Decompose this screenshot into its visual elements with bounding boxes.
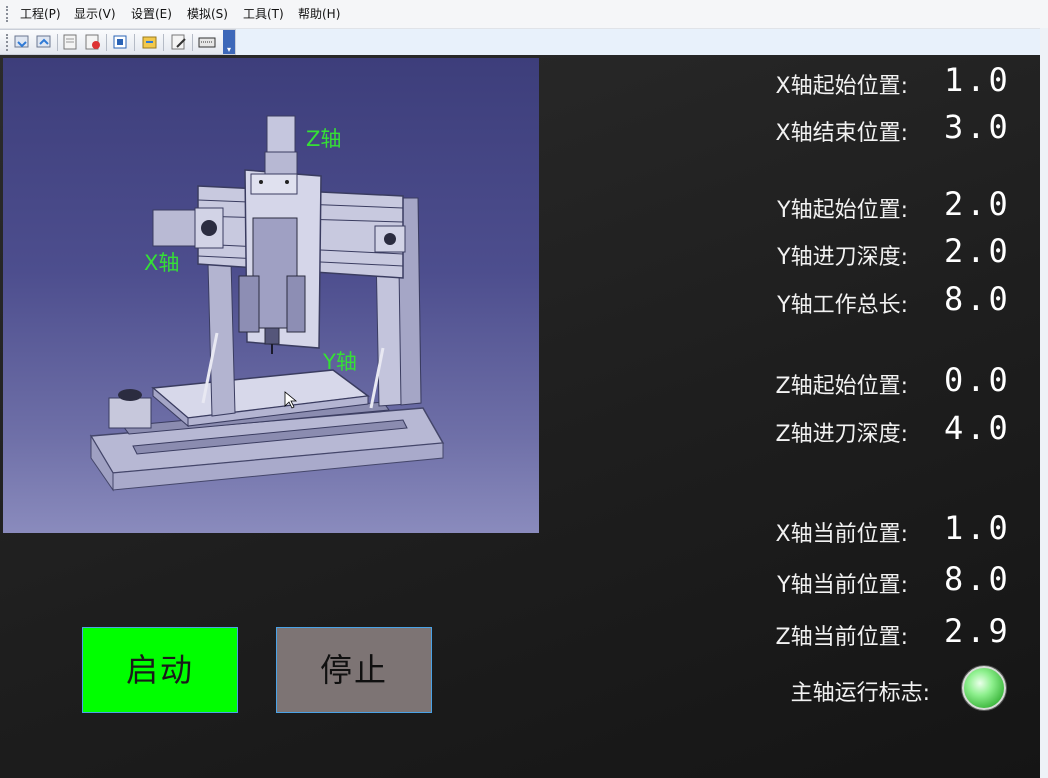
x-start-label: X轴起始位置: [775, 74, 908, 99]
transfer-icon[interactable] [140, 33, 160, 51]
toolbar-grip[interactable] [6, 34, 10, 51]
menu-bar: 工程(P) 显示(V) 设置(E) 模拟(S) 工具(T) 帮助(H) [0, 0, 1048, 29]
y-total-length-label: Y轴工作总长: [777, 293, 908, 318]
menu-grip[interactable] [6, 6, 10, 22]
z-feed-depth-label: Z轴进刀深度: [775, 422, 908, 447]
z-start-value[interactable]: 0.0 [944, 361, 1011, 399]
spindle-running-label: 主轴运行标志: [790, 681, 930, 706]
window-right-edge [1040, 28, 1048, 778]
toolbar-separator [134, 34, 135, 51]
y-start-label: Y轴起始位置: [777, 198, 908, 223]
keyboard-icon[interactable] [197, 33, 217, 51]
x-axis-label: X轴 [144, 251, 180, 275]
toolbar: ▾ [0, 29, 236, 55]
menu-settings[interactable]: 设置(E) [131, 7, 172, 21]
x-end-value[interactable]: 3.0 [944, 108, 1011, 146]
scan-icon[interactable] [111, 33, 131, 51]
toolbar-background [236, 29, 1048, 55]
toolbar-separator [163, 34, 164, 51]
menu-simulate[interactable]: 模拟(S) [187, 7, 228, 21]
menu-tools[interactable]: 工具(T) [243, 7, 284, 21]
y-feed-depth-label: Y轴进刀深度: [777, 245, 908, 270]
download-icon[interactable] [12, 33, 32, 51]
z-current-label: Z轴当前位置: [775, 625, 908, 650]
y-total-length-value[interactable]: 8.0 [944, 280, 1011, 318]
z-axis-label: Z轴 [306, 127, 342, 151]
x-current-label: X轴当前位置: [775, 522, 908, 547]
toolbar-separator [192, 34, 193, 51]
spindle-indicator-light [962, 666, 1006, 710]
start-button[interactable]: 启动 [82, 627, 238, 713]
record-icon[interactable] [83, 33, 103, 51]
stop-button[interactable]: 停止 [276, 627, 432, 713]
toolbar-overflow-button[interactable]: ▾ [223, 30, 235, 54]
z-current-value: 2.9 [944, 612, 1011, 650]
toolbar-separator [106, 34, 107, 51]
menu-project[interactable]: 工程(P) [20, 7, 61, 21]
y-feed-depth-value[interactable]: 2.0 [944, 232, 1011, 270]
y-current-value: 8.0 [944, 560, 1011, 598]
y-current-label: Y轴当前位置: [777, 573, 908, 598]
z-start-label: Z轴起始位置: [775, 374, 908, 399]
y-axis-label: Y轴 [323, 350, 357, 374]
edit-icon[interactable] [169, 33, 189, 51]
x-current-value: 1.0 [944, 509, 1011, 547]
x-start-value[interactable]: 1.0 [944, 61, 1011, 99]
machine-model-view: Z轴 X轴 Y轴 [3, 58, 539, 533]
y-start-value[interactable]: 2.0 [944, 185, 1011, 223]
hmi-panel: Z轴 X轴 Y轴 X轴起始位置: 1.0 X轴结束位置: 3.0 Y轴起始位置:… [0, 55, 1040, 778]
toolbar-separator [57, 34, 58, 51]
x-end-label: X轴结束位置: [775, 121, 908, 146]
cnc-machine-drawing [89, 115, 445, 492]
menu-help[interactable]: 帮助(H) [298, 7, 340, 21]
menu-view[interactable]: 显示(V) [74, 7, 116, 21]
upload-icon[interactable] [34, 33, 54, 51]
z-feed-depth-value[interactable]: 4.0 [944, 409, 1011, 447]
project-icon[interactable] [61, 33, 81, 51]
